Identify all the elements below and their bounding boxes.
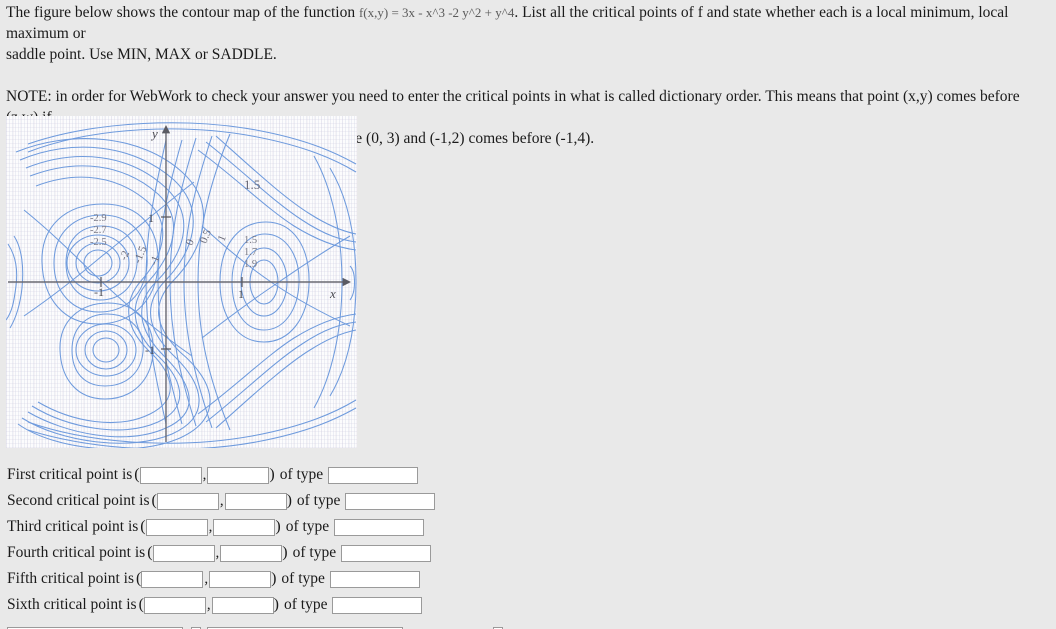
sixth-point-y-input[interactable] <box>211 596 274 614</box>
close-paren-fourth: ) <box>282 544 288 561</box>
y-axis-label: y <box>150 126 158 141</box>
contour-label-15: 1.5 <box>244 235 257 246</box>
statement-line-1: The figure below shows the contour map o… <box>6 2 1050 44</box>
contour-plot-svg: y x 1 -1 -1 1 -2.9 -2.7 -2.5 -2 -1.5 -1 … <box>6 122 357 448</box>
statement-line-2: saddle point. Use MIN, MAX or SADDLE. <box>6 46 277 63</box>
comma-fourth: , <box>215 544 220 561</box>
comma-sixth: , <box>206 596 211 613</box>
statement-text-a: The figure below shows the contour map o… <box>6 4 359 21</box>
contour-label-neg25: -2.5 <box>90 237 107 248</box>
answer-row-fourth: Fourth critical point is ( , ) of type <box>0 540 1056 566</box>
first-point-type-input[interactable] <box>328 466 419 484</box>
contour-map-figure: y x 1 -1 -1 1 -2.9 -2.7 -2.5 -2 -1.5 -1 … <box>6 116 357 448</box>
first-point-x-input[interactable] <box>139 466 202 484</box>
y-tick-label-neg1: -1 <box>145 343 155 357</box>
of-type-label-fourth: of type <box>292 544 337 561</box>
problem-page: The figure below shows the contour map o… <box>0 0 1056 629</box>
sixth-point-x-input[interactable] <box>143 596 206 614</box>
of-type-label-sixth: of type <box>284 596 328 613</box>
answer-row-fifth: Fifth critical point is ( , ) of type <box>0 566 1056 592</box>
answer-row-partial-clipped <box>0 622 1056 629</box>
third-point-y-input[interactable] <box>213 518 276 536</box>
contour-label-19: 1.9 <box>244 259 257 270</box>
function-formula: f(x,y) = 3x - x^3 -2 y^2 + y^4 <box>358 5 515 20</box>
sixth-point-type-input[interactable] <box>332 596 423 614</box>
comma-first: , <box>202 466 207 483</box>
fourth-point-type-input[interactable] <box>341 544 432 562</box>
x-tick-label-neg1: -1 <box>94 285 104 299</box>
of-type-label-third: of type <box>285 518 330 535</box>
answer-label-fifth: Fifth critical point is <box>7 570 134 587</box>
of-type-label-first: of type <box>279 466 324 483</box>
close-paren-first: ) <box>269 466 275 483</box>
contour-label-neg27: -2.7 <box>90 225 107 236</box>
answer-row-second: Second critical point is ( , ) of type <box>0 488 1056 514</box>
third-point-type-input[interactable] <box>334 518 425 536</box>
answer-row-sixth: Sixth critical point is ( , ) of type <box>0 592 1056 618</box>
contour-label-neg29: -2.9 <box>90 213 107 224</box>
second-point-x-input[interactable] <box>156 492 219 510</box>
contour-label-neg1: -1 <box>148 254 163 267</box>
fifth-point-x-input[interactable] <box>141 570 204 588</box>
close-paren-third: ) <box>275 518 281 535</box>
close-paren-fifth: ) <box>271 570 277 587</box>
x-tick-label-1: 1 <box>238 287 244 301</box>
answer-label-third: Third critical point is <box>7 518 139 535</box>
contour-label-1: 1 <box>216 234 229 244</box>
answer-label-first: First critical point is <box>7 466 133 483</box>
fourth-point-x-input[interactable] <box>152 544 215 562</box>
of-type-label-second: of type <box>296 492 341 509</box>
contour-label-17: 1.7 <box>244 247 257 258</box>
first-point-y-input[interactable] <box>207 466 270 484</box>
answer-label-second: Second critical point is <box>7 492 150 509</box>
y-tick-label-1: 1 <box>148 211 154 225</box>
second-point-y-input[interactable] <box>224 492 287 510</box>
answer-rows: First critical point is ( , ) of type Se… <box>0 462 1056 618</box>
close-paren-sixth: ) <box>273 596 279 613</box>
second-point-type-input[interactable] <box>345 492 436 510</box>
comma-second: , <box>219 492 224 509</box>
answer-row-first: First critical point is ( , ) of type <box>0 462 1056 488</box>
contour-lines <box>6 122 357 448</box>
fifth-point-y-input[interactable] <box>209 570 272 588</box>
fourth-point-y-input[interactable] <box>220 544 283 562</box>
answer-label-fourth: Fourth critical point is <box>7 544 146 561</box>
fifth-point-type-input[interactable] <box>329 570 420 588</box>
third-point-x-input[interactable] <box>145 518 208 536</box>
comma-third: , <box>208 518 213 535</box>
x-axis-label: x <box>329 286 336 301</box>
close-paren-second: ) <box>286 492 292 509</box>
answer-label-sixth: Sixth critical point is <box>7 596 137 613</box>
of-type-label-fifth: of type <box>281 570 325 587</box>
comma-fifth: , <box>204 570 209 587</box>
contour-label-05: 0.5 <box>198 227 214 245</box>
contour-label-upper-15: 1.5 <box>244 177 260 192</box>
answer-row-third: Third critical point is ( , ) of type <box>0 514 1056 540</box>
